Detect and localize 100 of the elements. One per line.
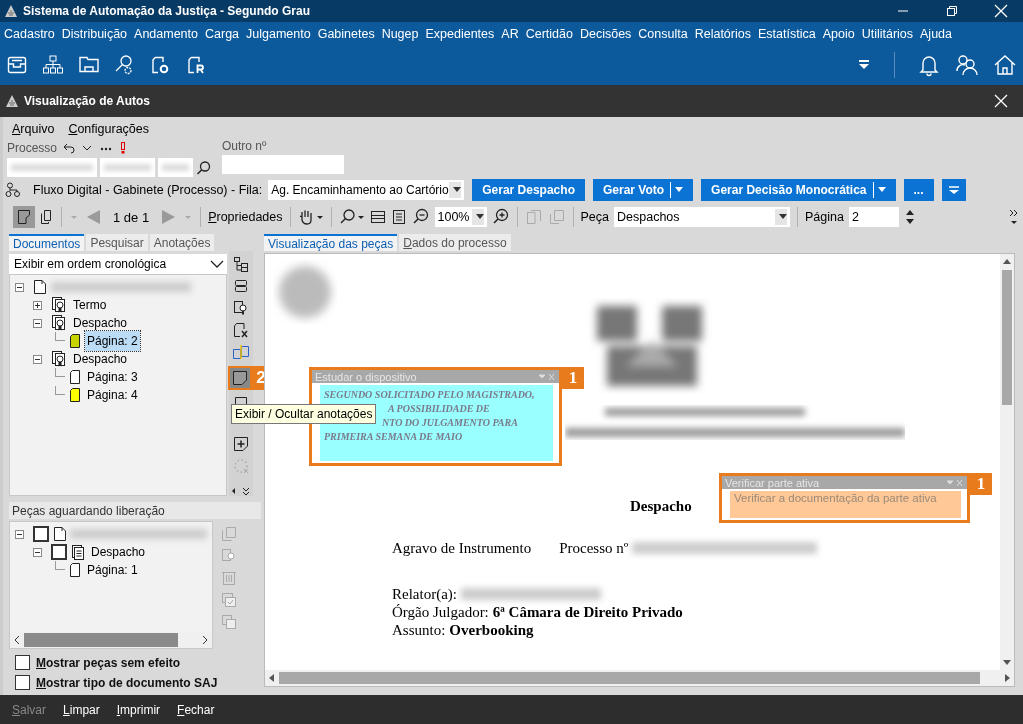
properties-button[interactable]: Propriedades [208, 210, 283, 224]
menu-item[interactable]: Certidão [525, 26, 573, 41]
menu-item[interactable]: Utilitários [861, 26, 914, 41]
menu-item[interactable]: Carga [205, 26, 240, 41]
tab[interactable]: Anotações [149, 234, 215, 251]
fit-page-icon[interactable] [390, 209, 407, 225]
fit-width-icon[interactable] [369, 209, 386, 225]
piece-select[interactable]: Despachos [614, 207, 790, 227]
menu-item[interactable]: Expedientes [425, 26, 495, 41]
zoom-in-icon[interactable] [491, 208, 510, 226]
action-button[interactable]: Gerar Voto [592, 179, 694, 201]
tree-item[interactable]: Despacho [71, 316, 130, 330]
certificate-icon [51, 314, 67, 332]
order-select[interactable]: Exibir em ordem cronológica [9, 254, 227, 274]
spinner-icon[interactable] [903, 208, 916, 226]
tab[interactable]: Documentos [9, 234, 85, 251]
action-button[interactable]: Gerar Decisão Monocrática [701, 179, 896, 201]
footer-button[interactable]: Limpar [63, 702, 100, 717]
tree-view-icon[interactable] [233, 256, 249, 272]
footer-button[interactable]: Imprimir [116, 702, 161, 717]
checkbox[interactable] [15, 675, 30, 690]
users-icon[interactable] [955, 53, 979, 77]
scroll-down-icon[interactable] [1003, 657, 1011, 667]
menu-item[interactable]: AR [501, 26, 519, 41]
alert-icon[interactable] [119, 141, 128, 154]
menu-item[interactable]: Relatórios [694, 26, 751, 41]
checkbox[interactable] [32, 526, 49, 542]
search-icon[interactable] [338, 208, 365, 226]
piece-label: Peça [580, 210, 609, 224]
other-number-field[interactable] [222, 155, 344, 174]
process-number-field[interactable] [7, 158, 97, 177]
check-document-icon[interactable] [221, 592, 237, 608]
queue-select[interactable]: Ag. Encaminhamento ao Cartório [268, 180, 465, 200]
action-button[interactable]: Gerar Despacho [472, 179, 585, 201]
remove-document-icon[interactable] [233, 322, 249, 338]
document-stack-icon [71, 544, 85, 560]
tree-item[interactable]: Página: 2 [85, 331, 140, 351]
menu-item[interactable]: Nugep [381, 26, 419, 41]
checkbox-label[interactable]: Mostrar peças sem efeito [36, 655, 181, 670]
zoom-select[interactable]: 100% [434, 207, 487, 227]
tree-item[interactable]: Página: 3 [85, 370, 140, 384]
zoom-out-icon[interactable] [411, 208, 430, 226]
menu-item[interactable]: Andamento [134, 26, 198, 41]
hierarchy-icon[interactable] [42, 54, 64, 76]
compare-icon[interactable] [232, 344, 250, 360]
tab[interactable]: Pesquisar [86, 234, 148, 251]
search-icon[interactable] [196, 159, 212, 176]
tree-item[interactable]: Página: 4 [85, 388, 140, 402]
annotations-toggle-button[interactable] [230, 368, 250, 388]
menu-item[interactable]: Gabinetes [317, 26, 375, 41]
document-icon [52, 526, 67, 542]
overflow-icon[interactable] [1009, 208, 1019, 226]
collapse-button[interactable] [941, 179, 966, 201]
note-title: Verificar parte ativa [725, 476, 820, 489]
menu-item[interactable]: Consulta [638, 26, 688, 41]
hand-icon[interactable] [297, 208, 324, 226]
pages-icon[interactable] [40, 209, 54, 225]
app-logo-icon [4, 4, 18, 18]
action-button[interactable]: ... [903, 179, 934, 201]
tab[interactable]: Dados do processo [399, 234, 511, 251]
checkbox-label[interactable]: Mostrar tipo de documento SAJ [36, 675, 218, 690]
dropdown-arrow-icon[interactable] [453, 187, 462, 193]
tree-item[interactable]: Despacho [71, 352, 130, 366]
tree-item[interactable]: Despacho [89, 545, 148, 559]
scroll-up-icon[interactable] [1003, 257, 1011, 267]
process-number-field[interactable] [158, 158, 193, 177]
dropdown-arrow-icon[interactable] [475, 214, 484, 220]
undo-icon[interactable] [63, 141, 76, 154]
dropdown-arrow-icon[interactable] [779, 214, 787, 220]
menu-item[interactable]: Ajuda [920, 26, 952, 41]
tree-item[interactable]: Página: 1 [85, 563, 140, 577]
checkbox[interactable] [15, 655, 30, 670]
menu-item[interactable]: Arquivo [12, 122, 55, 136]
tab[interactable]: Visualização das peças [264, 234, 398, 251]
vertical-scrollbar[interactable] [1000, 254, 1014, 670]
menu-item[interactable]: Cadastro [4, 26, 55, 41]
chevron-down-icon [210, 259, 224, 269]
list-view-icon[interactable] [233, 278, 249, 294]
horizontal-scrollbar[interactable] [265, 670, 1014, 686]
home-icon[interactable] [993, 53, 1017, 77]
menu-item[interactable]: Decisões [579, 26, 632, 41]
add-note-icon[interactable] [233, 436, 249, 452]
tree-item[interactable]: Termo [71, 298, 109, 312]
menu-item[interactable]: Configurações [68, 122, 149, 136]
menu-item[interactable]: Estatística [757, 26, 816, 41]
scrollbar-thumb[interactable] [1002, 270, 1012, 405]
certificate-icon[interactable] [233, 300, 249, 316]
collapse-arrows-icon[interactable] [231, 486, 251, 496]
menu-item[interactable]: Julgamento [246, 26, 311, 41]
page-icon [17, 209, 31, 225]
process-number-field[interactable] [100, 158, 155, 177]
page-field[interactable]: 2 [848, 207, 899, 227]
bell-icon[interactable] [917, 53, 941, 77]
menu-item[interactable]: Distribuição [61, 26, 128, 41]
checkbox[interactable] [51, 544, 67, 560]
single-page-button[interactable] [13, 206, 35, 228]
process-label: Processo nº [559, 539, 629, 557]
menu-item[interactable]: Apoio [822, 26, 855, 41]
footer-button[interactable]: Fechar [177, 702, 215, 717]
tray-icon[interactable] [6, 54, 28, 76]
